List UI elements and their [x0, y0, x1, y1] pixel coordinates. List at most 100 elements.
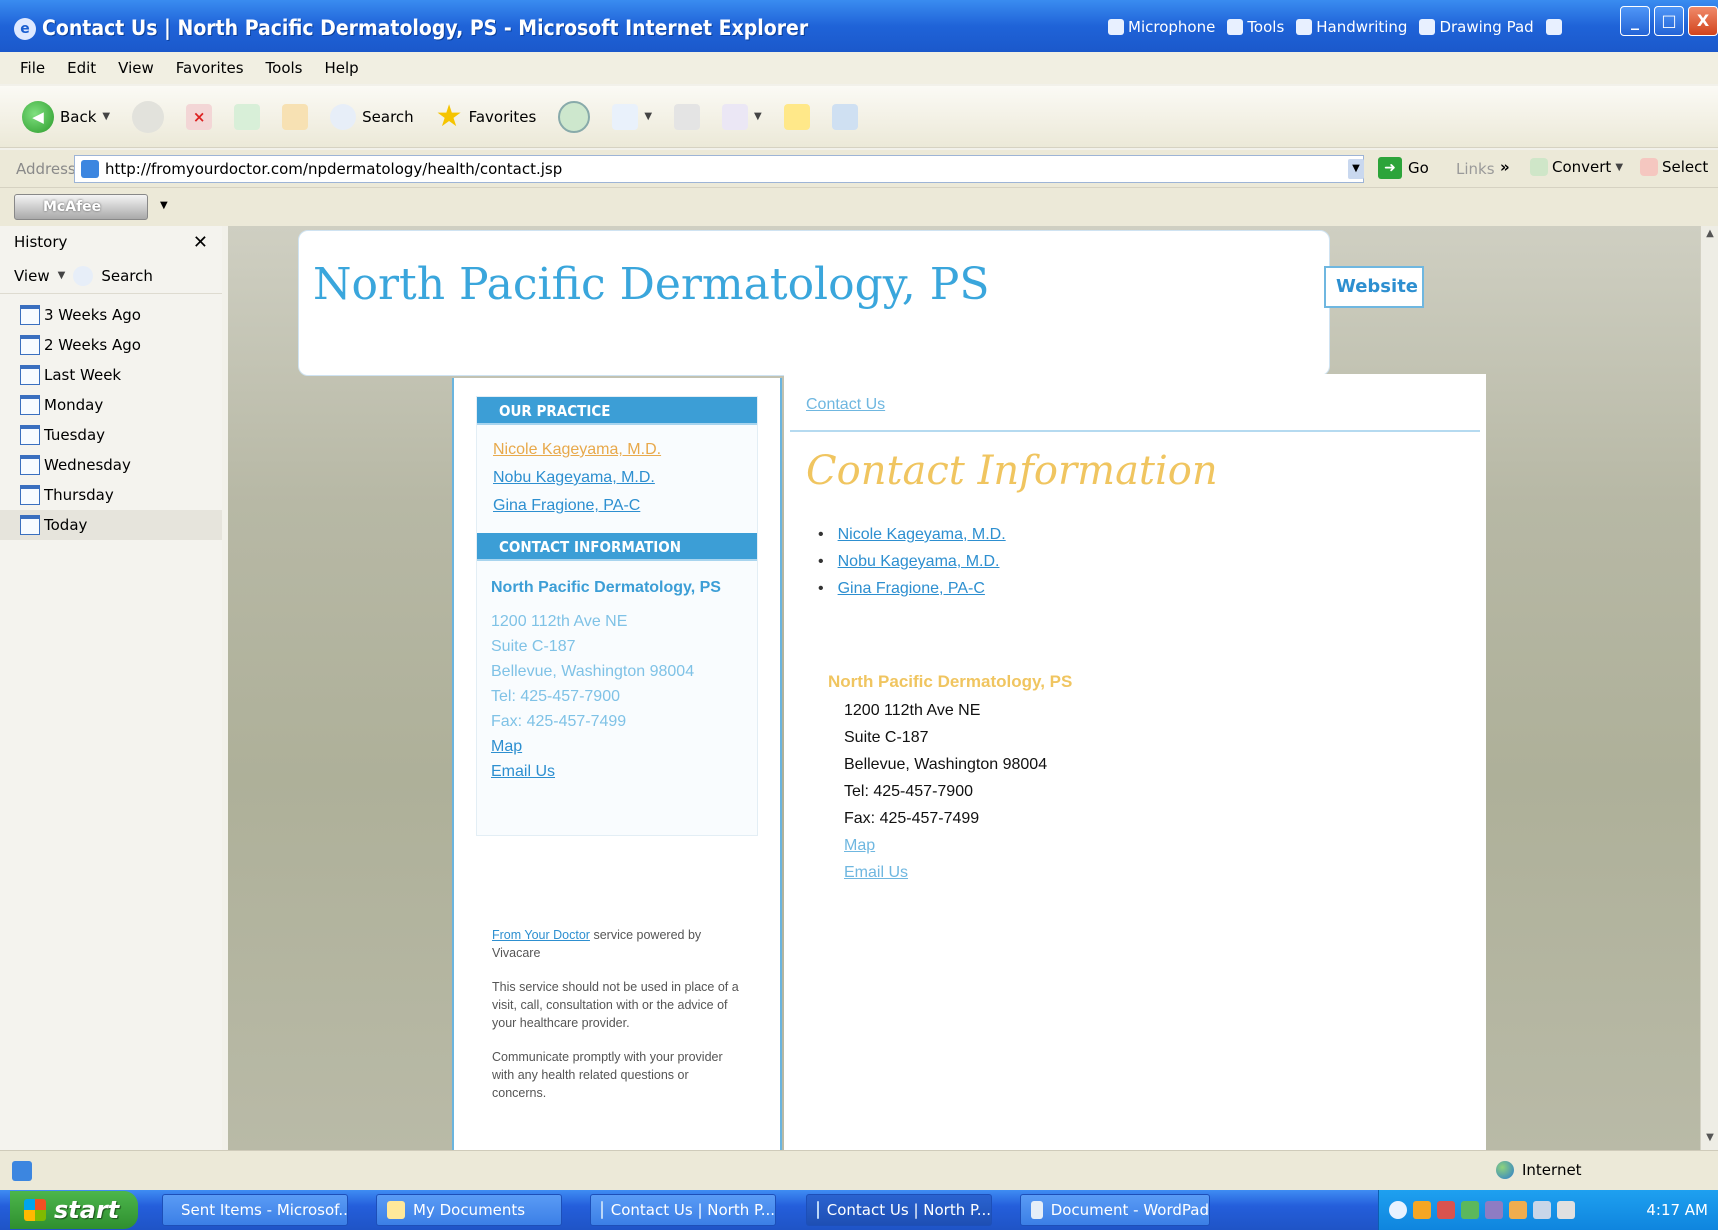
taskbar-item[interactable]: Contact Us | North P... — [590, 1194, 776, 1226]
taskbar-item[interactable]: Sent Items - Microsof... — [162, 1194, 348, 1226]
mail-button[interactable]: ▼ — [608, 97, 656, 137]
lang-handwriting[interactable]: Handwriting — [1296, 18, 1407, 36]
drawing-pad-icon — [1419, 19, 1436, 35]
menu-view[interactable]: View — [118, 59, 154, 77]
taskbar-item-active[interactable]: Contact Us | North P... — [806, 1194, 992, 1226]
history-item[interactable]: Thursday — [0, 480, 222, 510]
tray-network-icon[interactable] — [1461, 1201, 1479, 1219]
lang-drawing-pad[interactable]: Drawing Pad — [1419, 18, 1534, 36]
print-icon — [674, 103, 701, 130]
tray-expand-icon[interactable] — [1389, 1201, 1407, 1219]
tray-app-icon[interactable] — [1509, 1201, 1527, 1219]
tray-display-icon[interactable] — [1533, 1201, 1551, 1219]
edit-dropdown-icon[interactable]: ▼ — [754, 111, 762, 122]
tray-app-icon[interactable] — [1413, 1201, 1431, 1219]
sidebar-map-link[interactable]: Map — [491, 738, 757, 763]
sidebar-email-link[interactable]: Email Us — [491, 763, 757, 788]
address-input[interactable]: http://fromyourdoctor.com/npdermatology/… — [74, 155, 1364, 183]
lang-microphone[interactable]: Microphone — [1108, 18, 1215, 36]
practice-link[interactable]: Nobu Kageyama, M.D. — [493, 469, 757, 497]
go-arrow-icon: ➜ — [1378, 157, 1402, 179]
start-button[interactable]: start — [10, 1191, 138, 1229]
window-title: Contact Us | North Pacific Dermatology, … — [42, 16, 809, 40]
volume-icon[interactable] — [1557, 1201, 1575, 1219]
sidebar-org-name: North Pacific Dermatology, PS — [491, 579, 721, 596]
close-button[interactable]: X — [1688, 6, 1718, 36]
provider-link[interactable]: Nobu Kageyama, M.D. — [838, 553, 1000, 570]
chevron-icon[interactable]: » — [1500, 158, 1510, 176]
help-icon[interactable] — [1545, 19, 1562, 35]
close-icon[interactable]: ✕ — [193, 232, 208, 253]
website-tab[interactable]: Website — [1324, 266, 1424, 308]
menu-file[interactable]: File — [20, 59, 45, 77]
links-label[interactable]: Links — [1456, 160, 1495, 178]
convert-button[interactable]: Convert ▼ — [1530, 158, 1623, 176]
taskbar-item[interactable]: My Documents — [376, 1194, 562, 1226]
maximize-button[interactable]: □ — [1654, 6, 1684, 36]
scroll-down-icon[interactable]: ▼ — [1702, 1132, 1718, 1148]
menu-bar: File Edit View Favorites Tools Help — [0, 52, 1718, 84]
history-icon — [558, 100, 591, 133]
convert-dropdown-icon[interactable]: ▼ — [1615, 162, 1623, 173]
edit-button[interactable]: ▼ — [718, 97, 766, 137]
back-button[interactable]: ◀ Back ▼ — [18, 97, 114, 137]
discuss-button[interactable] — [780, 97, 814, 137]
breadcrumb[interactable]: Contact Us — [806, 396, 885, 414]
provider-link[interactable]: Nicole Kageyama, M.D. — [838, 526, 1006, 543]
menu-edit[interactable]: Edit — [67, 59, 96, 77]
practice-link[interactable]: Gina Fragione, PA-C — [493, 497, 757, 525]
tray-security-icon[interactable] — [1437, 1201, 1455, 1219]
back-dropdown-icon[interactable]: ▼ — [102, 111, 110, 122]
select-button[interactable]: Select — [1640, 158, 1708, 176]
history-search-button[interactable]: Search — [101, 267, 153, 285]
vertical-scrollbar[interactable]: ▲ ▼ — [1700, 226, 1718, 1150]
practice-link[interactable]: Nicole Kageyama, M.D. — [493, 441, 757, 469]
minimize-button[interactable]: _ — [1620, 6, 1650, 36]
lang-tools[interactable]: Tools — [1227, 18, 1284, 36]
provider-link[interactable]: Gina Fragione, PA-C — [838, 580, 985, 597]
research-button[interactable] — [828, 97, 862, 137]
main-map-link[interactable]: Map — [828, 837, 1072, 864]
sidebar-address-line: Suite C-187 — [491, 638, 576, 655]
from-your-doctor-link[interactable]: From Your Doctor — [492, 928, 590, 942]
history-item[interactable]: 3 Weeks Ago — [0, 300, 222, 330]
menu-tools[interactable]: Tools — [266, 59, 303, 77]
history-item[interactable]: Last Week — [0, 360, 222, 390]
status-bar: Internet — [0, 1150, 1718, 1190]
handwriting-icon — [1296, 19, 1313, 35]
tray-app-icon[interactable] — [1485, 1201, 1503, 1219]
search-button[interactable]: Search — [326, 97, 418, 137]
clock[interactable]: 4:17 AM — [1646, 1201, 1708, 1219]
menu-help[interactable]: Help — [325, 59, 359, 77]
mail-dropdown-icon[interactable]: ▼ — [644, 111, 652, 122]
address-dropdown-icon[interactable]: ▼ — [1348, 159, 1364, 179]
refresh-button[interactable] — [230, 97, 264, 137]
taskbar-item[interactable]: Document - WordPad — [1020, 1194, 1210, 1226]
print-button[interactable] — [670, 97, 704, 137]
history-item[interactable]: 2 Weeks Ago — [0, 330, 222, 360]
edit-icon — [722, 103, 749, 130]
history-item[interactable]: Tuesday — [0, 420, 222, 450]
history-item[interactable]: Monday — [0, 390, 222, 420]
history-item[interactable]: Wednesday — [0, 450, 222, 480]
calendar-icon — [20, 335, 40, 355]
home-button[interactable] — [278, 97, 312, 137]
list-item: Nicole Kageyama, M.D. — [818, 526, 1006, 553]
forward-button[interactable] — [128, 97, 168, 137]
mcafee-button[interactable]: McAfee — [14, 194, 148, 220]
history-view-button[interactable]: View — [14, 267, 50, 285]
history-panel: History ✕ View ▼ Search 3 Weeks Ago 2 We… — [0, 226, 222, 1150]
stop-button[interactable]: × — [182, 97, 216, 137]
history-button[interactable] — [554, 97, 594, 137]
favorites-button[interactable]: ★ Favorites — [432, 97, 541, 137]
scroll-up-icon[interactable]: ▲ — [1702, 228, 1718, 244]
go-button[interactable]: ➜ Go — [1378, 157, 1429, 179]
practice-links: Nicole Kageyama, M.D. Nobu Kageyama, M.D… — [477, 425, 757, 533]
view-dropdown-icon[interactable]: ▼ — [58, 270, 66, 281]
main-email-link[interactable]: Email Us — [828, 864, 1072, 891]
search-icon — [330, 103, 357, 130]
history-item-today[interactable]: Today — [0, 510, 222, 540]
menu-favorites[interactable]: Favorites — [176, 59, 244, 77]
page-icon — [81, 160, 99, 178]
mcafee-dropdown-icon[interactable]: ▼ — [160, 200, 168, 211]
